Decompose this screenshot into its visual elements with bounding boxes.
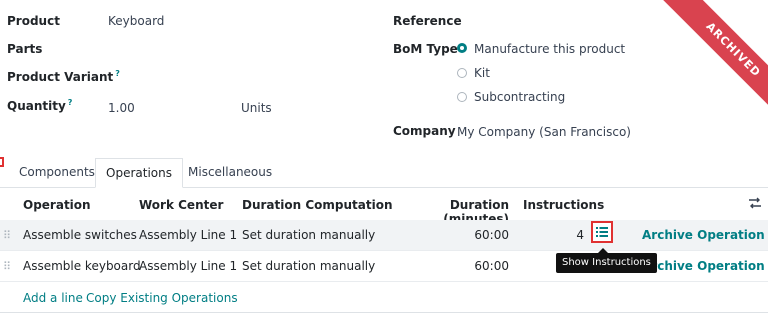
radio-kit-label[interactable]: Kit — [474, 66, 490, 80]
company-value[interactable]: My Company (San Francisco) — [457, 125, 631, 139]
duration-value[interactable]: 60:00 — [430, 220, 509, 251]
column-header-operation[interactable]: Operation — [23, 198, 91, 212]
show-instructions-tooltip: Show Instructions — [556, 248, 657, 273]
company-label: Company — [393, 124, 456, 138]
archived-ribbon: ARCHIVED — [648, 0, 768, 120]
tab-miscellaneous[interactable]: Miscellaneous — [178, 158, 282, 187]
duration-computation[interactable]: Set duration manually — [242, 251, 375, 282]
radio-manufacture[interactable] — [457, 43, 467, 53]
table-row[interactable]: ⠿ Assemble switches Assembly Line 1 Set … — [0, 220, 768, 251]
archive-operation-link[interactable]: Archive Operation — [642, 220, 765, 251]
product-variant-text: Product Variant — [7, 70, 114, 84]
quantity-text: Quantity — [7, 99, 66, 113]
variant-help-icon[interactable]: ? — [115, 69, 120, 78]
drag-handle-icon[interactable]: ⠿ — [3, 230, 11, 242]
work-center[interactable]: Assembly Line 1 — [139, 251, 237, 282]
copy-existing-operations-link[interactable]: Copy Existing Operations — [86, 291, 238, 305]
radio-subcontracting[interactable] — [457, 92, 467, 102]
column-header-duration-computation[interactable]: Duration Computation — [242, 198, 393, 212]
column-settings-icon[interactable] — [748, 196, 762, 213]
duration-value[interactable]: 60:00 — [430, 251, 509, 282]
operation-name[interactable]: Assemble keyboard — [23, 251, 141, 282]
reference-label: Reference — [393, 14, 462, 28]
archive-operation-link[interactable]: Archive Operation — [642, 251, 765, 282]
product-variant-label: Product Variant? — [7, 69, 120, 84]
tab-components[interactable]: Components — [9, 158, 105, 187]
quantity-value[interactable]: 1.00 — [108, 101, 135, 115]
tab-operations[interactable]: Operations — [95, 158, 183, 188]
duration-computation[interactable]: Set duration manually — [242, 220, 375, 251]
show-instructions-button[interactable] — [591, 221, 613, 243]
archived-ribbon-text: ARCHIVED — [655, 0, 768, 120]
parts-label: Parts — [7, 42, 43, 56]
drag-handle-icon[interactable]: ⠿ — [3, 261, 11, 273]
add-line-link[interactable]: Add a line — [23, 291, 83, 305]
column-header-instructions[interactable]: Instructions — [523, 198, 604, 212]
table-bottom-divider — [0, 312, 768, 313]
work-center[interactable]: Assembly Line 1 — [139, 220, 237, 251]
product-value[interactable]: Keyboard — [108, 14, 164, 28]
highlight-marker — [0, 157, 4, 167]
product-label: Product — [7, 14, 60, 28]
instructions-count: 4 — [576, 228, 584, 242]
quantity-label: Quantity? — [7, 98, 73, 113]
operation-name[interactable]: Assemble switches — [23, 220, 137, 251]
column-header-work-center[interactable]: Work Center — [139, 198, 223, 212]
radio-manufacture-label[interactable]: Manufacture this product — [474, 42, 625, 56]
list-icon — [596, 227, 608, 237]
radio-subcontracting-label[interactable]: Subcontracting — [474, 90, 565, 104]
quantity-help-icon[interactable]: ? — [68, 98, 73, 107]
radio-kit[interactable] — [457, 68, 467, 78]
bom-type-label: BoM Type — [393, 42, 458, 56]
quantity-unit[interactable]: Units — [241, 101, 272, 115]
